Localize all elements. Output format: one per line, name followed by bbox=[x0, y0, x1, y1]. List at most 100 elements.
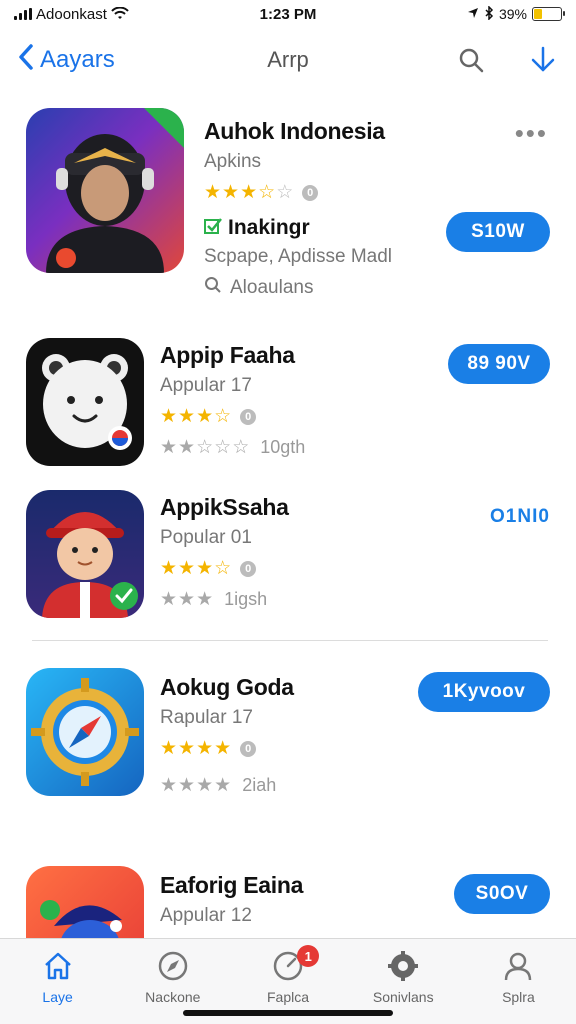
tab-label: Laye bbox=[42, 989, 73, 1005]
gear-icon bbox=[386, 949, 420, 983]
list-item[interactable]: AppikSsaha Popular 01 ★ ★ ★ ☆ 0 ★ ★ ★ 1i… bbox=[0, 490, 576, 620]
star-icon: ★ bbox=[178, 589, 196, 610]
star-icon: ★ bbox=[196, 738, 214, 759]
app-info: Auhok Indonesia Apkins ★ ★ ★ ☆ ☆ 0 Inaki… bbox=[204, 118, 392, 299]
gaming-avatar-icon bbox=[26, 108, 184, 273]
list-item[interactable]: Eaforig Eaina Appular 12 ★ ★ ★ ★ S0OV bbox=[0, 866, 576, 938]
character-icon bbox=[26, 490, 144, 618]
compass-icon bbox=[26, 668, 144, 796]
status-right: 39% bbox=[467, 4, 565, 23]
secondary-rating: ★ ★ ★ ★ 2iah bbox=[160, 774, 294, 797]
star-icon: ☆ bbox=[258, 182, 276, 203]
tab-profile[interactable]: Splra bbox=[461, 939, 576, 1024]
star-icon: ★ bbox=[178, 406, 196, 427]
star-icon: ★ bbox=[214, 738, 232, 759]
rating-badge: 0 bbox=[240, 560, 257, 577]
star-icon: ★ bbox=[178, 775, 196, 796]
tab-label: Sonivlans bbox=[372, 989, 434, 1005]
search-hint-row: Aloaulans bbox=[204, 276, 392, 299]
star-rating: ★ ★ ★ ☆ ☆ 0 bbox=[204, 181, 392, 204]
star-icon: ★ bbox=[160, 738, 178, 759]
star-icon: ☆ bbox=[214, 437, 232, 458]
battery-icon bbox=[532, 7, 565, 21]
star-icon: ★ bbox=[196, 775, 214, 796]
get-button[interactable]: 1Kyvoov bbox=[418, 672, 550, 712]
back-label: Aayars bbox=[40, 46, 115, 73]
star-icon: ★ bbox=[160, 406, 178, 427]
app-subtitle: Rapular 17 bbox=[160, 707, 253, 728]
rating-count: 10gth bbox=[260, 437, 306, 457]
nav-actions bbox=[456, 45, 558, 75]
status-bar: Adoonkast 1:23 PM 39% bbox=[0, 0, 576, 28]
app-list: Auhok Indonesia Apkins ★ ★ ★ ☆ ☆ 0 Inaki… bbox=[0, 96, 576, 938]
app-info: Appip Faaha Appular 17 ★ ★ ★ ☆ 0 ★ ★ ☆ ☆… bbox=[160, 342, 305, 459]
featured-row: Inakingr bbox=[204, 216, 392, 240]
search-icon bbox=[204, 276, 222, 299]
wifi-icon bbox=[111, 7, 129, 21]
search-icon[interactable] bbox=[456, 45, 486, 75]
star-icon: ★ bbox=[196, 589, 214, 610]
app-info: AppikSsaha Popular 01 ★ ★ ★ ☆ 0 ★ ★ ★ 1i… bbox=[160, 494, 289, 611]
tab-label: Nackone bbox=[145, 989, 201, 1005]
get-button[interactable]: S10W bbox=[446, 212, 550, 252]
more-options-button[interactable]: ••• bbox=[515, 118, 548, 149]
check-tag-icon bbox=[204, 217, 222, 240]
featured-label: Inakingr bbox=[228, 216, 310, 239]
app-subtitle: Appular 12 bbox=[160, 905, 252, 926]
app-subtitle: Apkins bbox=[204, 151, 262, 172]
home-icon bbox=[41, 949, 75, 983]
star-icon: ★ bbox=[214, 775, 232, 796]
bluetooth-icon bbox=[484, 4, 494, 23]
star-icon: ★ bbox=[196, 406, 214, 427]
star-rating: ★ ★ ★ ☆ 0 bbox=[160, 557, 289, 580]
tab-label: Splra bbox=[502, 989, 535, 1005]
rating-count: 1igsh bbox=[224, 589, 268, 609]
secondary-rating: ★ ★ ☆ ☆ ☆ 10gth bbox=[160, 436, 305, 459]
list-item[interactable]: Aokug Goda Rapular 17 ★ ★ ★ ★ 0 ★ ★ ★ ★ … bbox=[0, 668, 576, 798]
star-icon: ★ bbox=[240, 182, 258, 203]
rating-badge: 0 bbox=[240, 740, 257, 757]
battery-percent: 39% bbox=[498, 6, 527, 22]
app-name: Eaforig Eaina bbox=[160, 872, 304, 898]
star-icon: ★ bbox=[178, 558, 196, 579]
get-button[interactable]: S0OV bbox=[454, 874, 550, 914]
tab-label: Faplca bbox=[266, 989, 310, 1005]
app-info: Aokug Goda Rapular 17 ★ ★ ★ ★ 0 ★ ★ ★ ★ … bbox=[160, 674, 294, 797]
location-icon bbox=[467, 6, 479, 22]
star-icon: ★ bbox=[178, 738, 196, 759]
tab-bar: Laye Nackone 1 Faplca Sonivlans Splra bbox=[0, 938, 576, 1024]
notification-badge: 1 bbox=[297, 945, 320, 967]
star-icon: ☆ bbox=[232, 437, 250, 458]
app-info: Eaforig Eaina Appular 12 ★ ★ ★ ★ bbox=[160, 872, 303, 938]
secondary-rating: ★ ★ ★ 1igsh bbox=[160, 588, 289, 611]
app-name: Aokug Goda bbox=[160, 674, 294, 700]
compass-tab-icon bbox=[156, 949, 190, 983]
star-rating: ★ ★ ★ ★ 0 bbox=[160, 737, 294, 760]
star-icon: ★ bbox=[160, 558, 178, 579]
rating-badge: 0 bbox=[302, 184, 319, 201]
star-icon: ☆ bbox=[276, 182, 294, 203]
status-left: Adoonkast bbox=[14, 6, 129, 23]
person-icon bbox=[501, 949, 535, 983]
chevron-left-icon bbox=[18, 43, 34, 77]
list-item[interactable]: Appip Faaha Appular 17 ★ ★ ★ ☆ 0 ★ ★ ☆ ☆… bbox=[0, 338, 576, 468]
get-button[interactable]: 89 90V bbox=[448, 344, 550, 384]
tab-home[interactable]: Laye bbox=[0, 939, 115, 1024]
star-icon: ★ bbox=[178, 437, 196, 458]
featured-subtitle: Scpape, Apdisse Madl bbox=[204, 246, 393, 267]
list-item[interactable]: Auhok Indonesia Apkins ★ ★ ★ ☆ ☆ 0 Inaki… bbox=[0, 108, 576, 308]
battery-fill bbox=[534, 9, 542, 19]
carrier-name: Adoonkast bbox=[36, 5, 107, 23]
star-rating: ★ ★ ★ ☆ 0 bbox=[160, 405, 305, 428]
character-hat-icon bbox=[26, 866, 144, 938]
back-button[interactable]: Aayars bbox=[18, 43, 115, 77]
star-icon: ★ bbox=[196, 558, 214, 579]
signal-icon bbox=[14, 8, 32, 20]
star-icon: ☆ bbox=[214, 406, 232, 427]
home-indicator bbox=[183, 1010, 393, 1016]
star-icon: ★ bbox=[160, 437, 178, 458]
star-icon: ★ bbox=[204, 182, 222, 203]
download-icon[interactable] bbox=[528, 45, 558, 75]
star-icon: ★ bbox=[222, 182, 240, 203]
get-button[interactable]: O1NI0 bbox=[490, 506, 550, 528]
